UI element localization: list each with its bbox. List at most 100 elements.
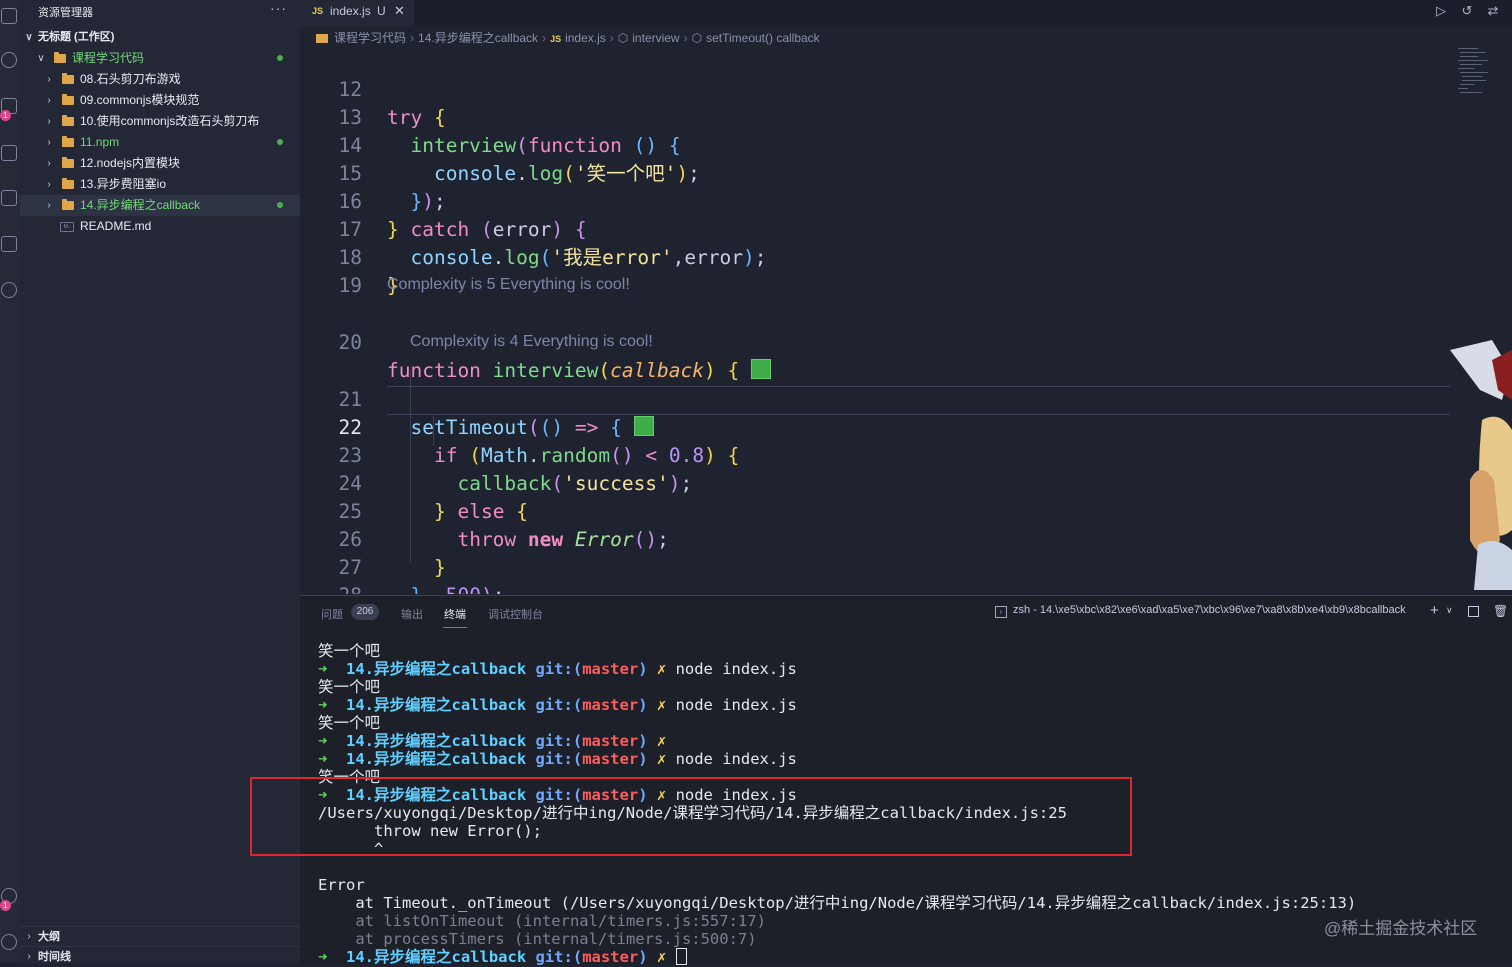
- editor-tab-bar: JS index.js U ✕ ▷ ↺ ⇄: [300, 0, 1512, 26]
- code-line: 23 callback('success');: [300, 414, 1450, 495]
- tree-item-label: 11.npm: [80, 135, 120, 149]
- tree-item-label: 课程学习代码: [72, 51, 145, 65]
- code-line: 21 setTimeout(() => {: [300, 358, 1450, 439]
- tree-item-12[interactable]: › 12.nodejs内置模块: [20, 153, 300, 174]
- terminal-prompt-line: ➜ 14.异步编程之callback git:(master) ✗ node i…: [318, 750, 797, 768]
- docs-icon[interactable]: [1, 236, 17, 252]
- workspace-header[interactable]: ∨ 无标题 (工作区): [20, 27, 300, 48]
- terminal-stack-line: at listOnTimeout (internal/timers.js:557…: [318, 912, 766, 930]
- code-line: 25 throw new Error();: [300, 470, 1450, 551]
- tab-terminal[interactable]: 终端: [444, 606, 466, 622]
- chevron-right-icon: ›: [47, 200, 51, 211]
- tree-item-label: 10.使用commonjs改造石头剪刀布: [80, 114, 260, 128]
- terminal-stack-line: at Timeout._onTimeout (/Users/xuyongqi/D…: [318, 894, 1357, 912]
- folder-open-icon: [54, 52, 66, 63]
- chevron-down-icon[interactable]: ∨: [1446, 605, 1453, 616]
- run-debug-icon[interactable]: [1, 145, 17, 161]
- watermark: @稀土掘金技术社区: [1324, 919, 1478, 938]
- chevron-right-icon: ›: [47, 116, 51, 127]
- folder-icon: [62, 199, 74, 210]
- tree-item-08[interactable]: › 08.石头剪刀布游戏: [20, 69, 300, 90]
- tab-problems[interactable]: 问题: [321, 606, 343, 622]
- code-line: 20 function interview(callback) {: [300, 301, 1450, 382]
- terminal-prompt-line: ➜ 14.异步编程之callback git:(master) ✗ node i…: [318, 660, 797, 678]
- tab-index-js[interactable]: JS index.js U ✕: [300, 0, 414, 26]
- chevron-right-icon: ›: [542, 31, 547, 45]
- code-line: 15 });: [300, 132, 1450, 213]
- problems-count-badge: 206: [351, 604, 379, 620]
- chevron-right-icon: ›: [47, 74, 51, 85]
- folder-icon: [62, 157, 74, 168]
- complexity-hint[interactable]: Complexity is 5 Everything is cool!: [387, 276, 630, 294]
- terminal-prompt-line: ➜ 14.异步编程之callback git:(master) ✗: [318, 732, 667, 750]
- split-terminal-icon[interactable]: [1468, 606, 1479, 617]
- terminal-prompt-line: ➜ 14.异步编程之callback git:(master) ✗: [318, 948, 687, 966]
- search-icon[interactable]: [1, 52, 17, 68]
- chevron-right-icon: ›: [47, 179, 51, 190]
- terminal-line: 笑一个吧: [318, 642, 381, 660]
- tab-output[interactable]: 输出: [401, 606, 423, 622]
- remote-icon[interactable]: [1, 282, 17, 298]
- explorer-icon[interactable]: [1, 8, 17, 24]
- tab-debug-console[interactable]: 调试控制台: [488, 606, 543, 622]
- terminal-cursor: [675, 948, 687, 965]
- timeline-label: 时间线: [38, 951, 71, 963]
- complexity-hint[interactable]: Complexity is 4 Everything is cool!: [410, 333, 653, 351]
- tree-item-readme[interactable]: M↓ README.md: [20, 216, 300, 237]
- code-editor[interactable]: 12 try { 13 interview(function () { 14 c…: [300, 48, 1450, 594]
- compare-changes-icon[interactable]: ⇄: [1486, 4, 1500, 18]
- terminal-line: 笑一个吧: [318, 678, 381, 696]
- code-line: 16 } catch (error) {: [300, 160, 1450, 241]
- breadcrumb-item[interactable]: 课程学习代码: [334, 31, 406, 45]
- code-line: 26 }: [300, 498, 1450, 579]
- outline-label: 大纲: [38, 931, 60, 943]
- code-line: 19: [300, 244, 1450, 297]
- terminal-prompt-line: ➜ 14.异步编程之callback git:(master) ✗ node i…: [318, 696, 797, 714]
- tree-item-10[interactable]: › 10.使用commonjs改造石头剪刀布: [20, 111, 300, 132]
- run-icon[interactable]: ▷: [1434, 4, 1448, 18]
- js-file-icon: JS: [312, 6, 324, 16]
- source-control-badge: 1: [0, 110, 11, 121]
- breadcrumb: 课程学习代码 › 14.异步编程之callback › JS index.js › ⬡ inte…: [300, 28, 1512, 48]
- terminal-stack-line: at processTimers (internal/timers.js:500…: [318, 930, 757, 948]
- extensions-icon[interactable]: [1, 190, 17, 206]
- tree-item-14[interactable]: › 14.异步编程之callback: [20, 195, 300, 216]
- tree-item-label: 14.异步编程之callback: [80, 198, 201, 212]
- tree-item-label: 08.石头剪刀布游戏: [80, 72, 181, 86]
- cube-icon: ⬡: [617, 31, 629, 45]
- tree-item-label: README.md: [80, 219, 152, 233]
- chevron-right-icon: ›: [47, 158, 51, 169]
- cube-icon: ⬡: [691, 31, 703, 45]
- more-actions-icon[interactable]: ···: [270, 0, 287, 16]
- tree-item-09[interactable]: › 09.commonjs模块规范: [20, 90, 300, 111]
- background-mascot-image: [1450, 340, 1512, 590]
- breadcrumb-item[interactable]: index.js: [565, 31, 606, 45]
- close-icon[interactable]: ✕: [394, 0, 405, 22]
- tree-item-11[interactable]: › 11.npm: [20, 132, 300, 153]
- chevron-right-icon: ›: [27, 931, 31, 942]
- settings-gear-icon[interactable]: [1, 934, 17, 950]
- js-file-icon: JS: [550, 34, 562, 44]
- account-badge: 1: [0, 900, 11, 911]
- minimap[interactable]: [1456, 44, 1496, 104]
- modified-dot: [277, 139, 283, 145]
- modified-dot: [277, 55, 283, 61]
- outline-section[interactable]: › 大纲: [20, 926, 300, 947]
- terminal-title[interactable]: zsh - 14.\xe5\xbc\x82\xe6\xad\xa5\xe7\xb…: [1013, 604, 1406, 616]
- breadcrumb-item[interactable]: interview: [632, 31, 679, 45]
- breadcrumb-item[interactable]: 14.异步编程之callback: [418, 31, 538, 45]
- trash-icon[interactable]: 🗑: [1493, 604, 1508, 618]
- timeline-section[interactable]: › 时间线: [20, 946, 300, 967]
- annotation-highlight-box: [250, 777, 1132, 856]
- tree-item-course-root[interactable]: ∨ 课程学习代码: [20, 48, 300, 69]
- breadcrumb-item[interactable]: setTimeout() callback: [706, 31, 820, 45]
- markdown-file-icon: M↓: [60, 222, 74, 232]
- history-icon[interactable]: ↺: [1460, 4, 1474, 18]
- tree-item-13[interactable]: › 13.异步费阻塞io: [20, 174, 300, 195]
- chevron-right-icon: ›: [410, 31, 415, 45]
- explorer-title: 资源管理器: [38, 7, 93, 19]
- tree-item-label: 09.commonjs模块规范: [80, 93, 200, 107]
- line-number: 19: [338, 274, 362, 297]
- chevron-down-icon: ∨: [25, 32, 33, 43]
- add-terminal-icon[interactable]: +: [1430, 602, 1439, 619]
